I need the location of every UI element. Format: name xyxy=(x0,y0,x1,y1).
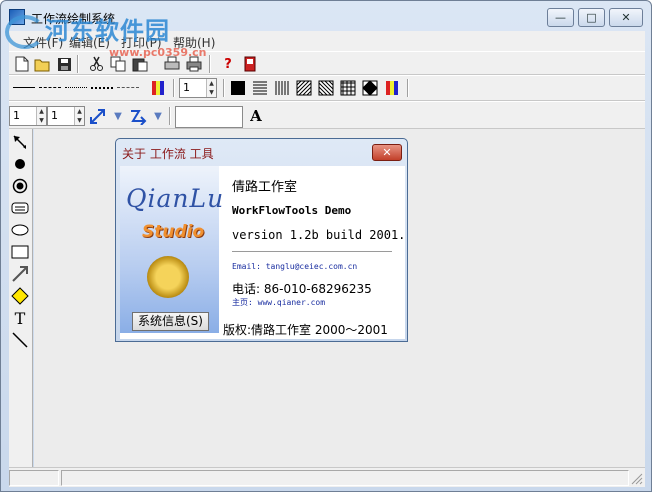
watermark-site-name: 河东软件园 xyxy=(45,17,170,45)
save-icon[interactable] xyxy=(55,55,73,73)
stepper-arrows[interactable]: ▲ ▼ xyxy=(36,107,46,125)
help-icon[interactable]: ? xyxy=(219,55,237,73)
phone-text: 电话: 86-010-68296235 xyxy=(232,282,372,296)
app-window: 工作流绘制系统 — □ ✕ 文件(F) 编辑(E) 打印(P) 帮助(H) ? … xyxy=(0,0,652,492)
pointer-icon[interactable] xyxy=(9,131,31,153)
homepage-text: 主页: www.qianer.com xyxy=(232,298,326,307)
fill-cross-icon[interactable] xyxy=(339,79,357,97)
diamond-icon[interactable] xyxy=(9,285,31,307)
new-icon[interactable] xyxy=(13,55,31,73)
emblem-icon xyxy=(147,256,189,298)
ellipse-icon[interactable] xyxy=(9,219,31,241)
logo-subtitle: Studio xyxy=(142,222,205,242)
dialog-close-button[interactable]: ✕ xyxy=(372,144,402,161)
fill-vertical-icon[interactable] xyxy=(273,79,291,97)
stepper-arrows[interactable]: ▲ ▼ xyxy=(206,79,216,97)
dashdot-line-style[interactable] xyxy=(91,87,113,89)
font-button[interactable]: A xyxy=(247,107,265,125)
studio-logo-panel: QianLu Studio 系统信息(S) xyxy=(120,166,223,333)
line-color-icon[interactable] xyxy=(149,79,167,97)
product-name: WorkFlowTools Demo xyxy=(232,204,352,217)
status-bar xyxy=(9,467,645,487)
cut-icon[interactable] xyxy=(87,55,105,73)
filled-circle-icon[interactable] xyxy=(9,153,31,175)
fill-horizontal-icon[interactable] xyxy=(251,79,269,97)
resize-grip-icon[interactable] xyxy=(629,471,643,485)
separator xyxy=(209,55,211,73)
connector-style-icon[interactable] xyxy=(129,107,147,125)
spin-right-value: 1 xyxy=(51,109,58,122)
line-icon[interactable] xyxy=(9,329,31,351)
about-dialog: 关于 工作流 工具 ✕ QianLu Studio 系统信息(S) 倩路工作室 … xyxy=(115,138,408,342)
watermark-url: www.pc0359.cn xyxy=(109,46,207,59)
solid-line-style[interactable] xyxy=(13,87,35,88)
watermark-logo xyxy=(5,15,45,49)
status-panel xyxy=(61,470,629,486)
system-info-button[interactable]: 系统信息(S) xyxy=(132,312,209,331)
fill-backdiagonal-icon[interactable] xyxy=(317,79,335,97)
studio-name: 倩路工作室 xyxy=(232,180,298,195)
close-button[interactable]: ✕ xyxy=(609,8,643,27)
separator xyxy=(77,55,79,73)
open-icon[interactable] xyxy=(33,55,51,73)
logo-name: QianLu xyxy=(126,184,225,213)
stepper-arrows[interactable]: ▲ ▼ xyxy=(74,107,84,125)
maximize-button[interactable]: □ xyxy=(578,8,605,27)
dialog-body: QianLu Studio 系统信息(S) 倩路工作室 WorkFlowTool… xyxy=(120,166,405,339)
standard-toolbar: ? xyxy=(9,51,645,75)
fill-color-icon[interactable] xyxy=(383,79,401,97)
minimize-button[interactable]: — xyxy=(547,8,574,27)
version-text: version 1.2b build 2001. xyxy=(232,228,406,242)
style-toolbar: 1 ▲ ▼ xyxy=(9,75,645,101)
fill-diagcross-icon[interactable] xyxy=(361,79,379,97)
dashed-line-style[interactable] xyxy=(39,87,61,88)
format-toolbar: 1 ▲ ▼ 1 ▲ ▼ ▼ ▼ A xyxy=(9,101,645,129)
fill-diagonal-icon[interactable] xyxy=(295,79,313,97)
separator xyxy=(169,107,171,125)
dotted-line-style[interactable] xyxy=(65,87,87,88)
text-input[interactable] xyxy=(175,106,243,128)
ringed-circle-icon[interactable] xyxy=(9,175,31,197)
rounded-rect-icon[interactable] xyxy=(9,197,31,219)
chevron-down-icon[interactable]: ▼ xyxy=(109,107,127,125)
line-width-stepper[interactable]: 1 ▲ ▼ xyxy=(179,78,217,98)
chevron-down-icon[interactable]: ▼ xyxy=(149,107,167,125)
fill-solid-icon[interactable] xyxy=(229,79,247,97)
tool-palette: T xyxy=(9,129,33,467)
arrow-line-icon[interactable] xyxy=(9,263,31,285)
dashdotdot-line-style[interactable] xyxy=(117,87,139,88)
text-icon[interactable]: T xyxy=(9,307,31,329)
separator xyxy=(407,79,409,97)
arrow-style-icon[interactable] xyxy=(89,107,107,125)
separator xyxy=(173,79,175,97)
exit-icon[interactable] xyxy=(241,55,259,73)
spin-right-stepper[interactable]: 1 ▲ ▼ xyxy=(47,106,85,126)
spin-left-stepper[interactable]: 1 ▲ ▼ xyxy=(9,106,47,126)
rectangle-icon[interactable] xyxy=(9,241,31,263)
copyright-text: 版权:倩路工作室 2000～2001 xyxy=(223,323,388,337)
spin-left-value: 1 xyxy=(13,109,20,122)
separator xyxy=(223,79,225,97)
divider xyxy=(232,251,392,252)
line-width-value: 1 xyxy=(183,81,190,94)
email-text: Email: tanglu@ceiec.com.cn xyxy=(232,262,358,271)
dialog-title: 关于 工作流 工具 xyxy=(122,147,214,161)
status-panel xyxy=(9,470,59,486)
